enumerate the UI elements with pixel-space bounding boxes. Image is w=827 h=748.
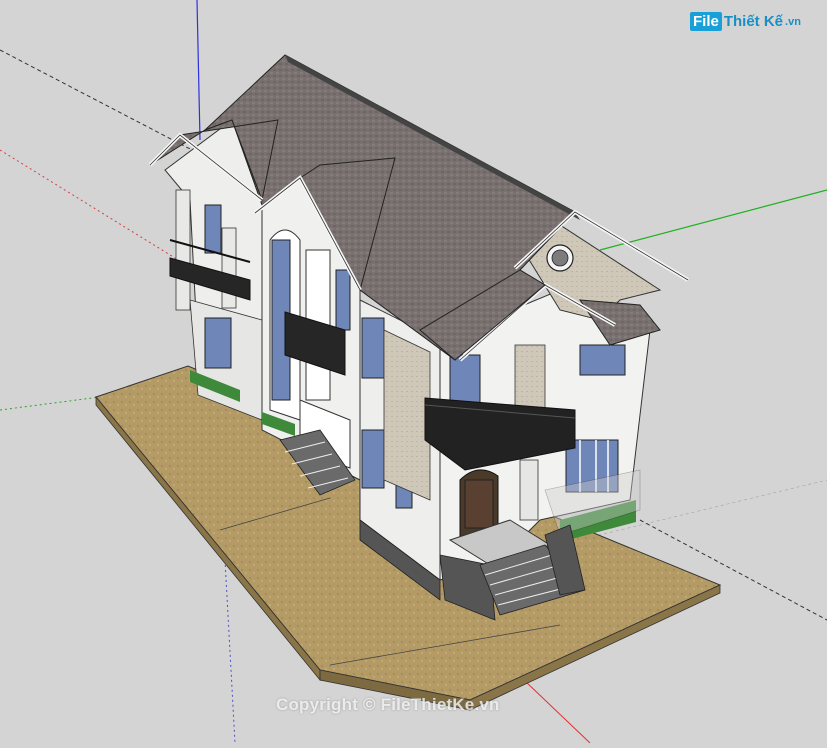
logo-text: Thiết Kế: [723, 13, 784, 30]
sketchup-viewport[interactable]: [0, 0, 827, 744]
logo-suffix: .vn: [785, 15, 801, 28]
copyright-watermark: Copyright © FileThietKe.vn: [276, 695, 500, 714]
model-canvas[interactable]: [0, 0, 827, 744]
logo-mark: File: [690, 12, 722, 31]
filethietke-logo: File Thiết Kế .vn: [690, 12, 801, 31]
